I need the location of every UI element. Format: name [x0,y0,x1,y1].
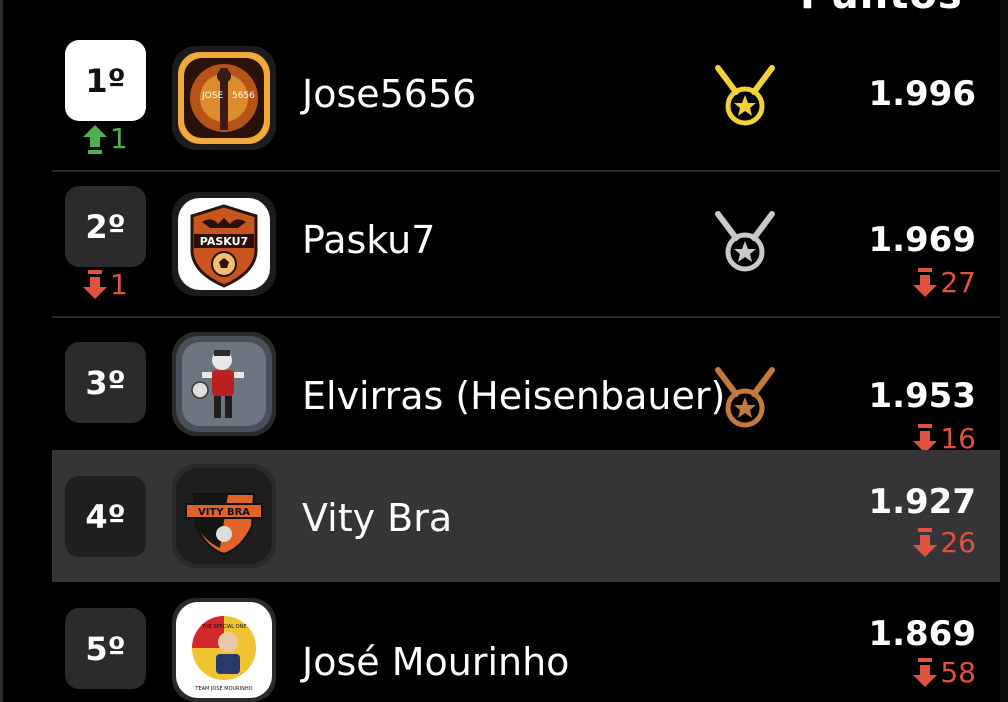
position-badge: 3º [65,342,146,423]
position-change-down: 1 [82,268,128,301]
team-crest-flame-icon: JOSE 5656 [178,52,270,144]
position-badge: 1º [65,40,146,121]
points-change-value: 58 [940,656,976,689]
points-change-value: 26 [940,526,976,559]
right-scroll-edge [1000,0,1008,702]
svg-text:VITY BRA: VITY BRA [198,507,250,518]
points-column-header: Puntos [800,0,963,18]
svg-text:PASKU7: PASKU7 [200,235,248,248]
points-total: 1.869 [868,614,976,654]
ranking-screen: Puntos 1º 1 JOSE 5656 Jose5656 [0,0,1008,702]
gold-medal-icon [715,65,775,126]
arrow-down-icon [913,267,938,297]
user-name: Vity Bra [302,496,453,540]
position-badge: 4º [65,476,146,557]
arrow-up-icon [83,124,107,154]
arrow-down-icon [83,269,107,299]
svg-text:5656: 5656 [232,91,255,101]
position-change-value: 1 [110,122,128,155]
points-total: 1.953 [868,376,976,416]
points-change-value: 27 [940,266,976,299]
svg-text:THE SPECIAL ONE: THE SPECIAL ONE [201,624,247,630]
svg-text:JOSE: JOSE [201,91,223,101]
position-badge: 5º [65,608,146,689]
avatar[interactable]: JOSE 5656 [172,46,276,150]
team-crest-mourinho-icon: THE SPECIAL ONE TEAM JOSÉ MOURINHO [176,602,272,698]
ranking-row[interactable]: 5º THE SPECIAL ONE TEAM JOSÉ MOURINHO Jo… [52,598,1008,702]
points-change-down: 26 [912,526,976,559]
ranking-row[interactable]: 2º 1 PASKU7 Pasku7 1.969 27 [52,186,1008,318]
user-name: Jose5656 [302,72,477,116]
user-name: Elvirras (Heisenbauer) [302,374,726,418]
row-divider [52,316,1008,318]
position-badge: 2º [65,186,146,267]
silver-medal-icon [715,211,775,272]
points-total: 1.969 [868,220,976,260]
points-total: 1.927 [868,482,976,522]
points-change-down: 27 [912,266,976,299]
user-name: Pasku7 [302,218,436,262]
points-total: 1.996 [868,74,976,114]
position-change-value: 1 [110,268,128,301]
avatar[interactable]: VITY BRA [172,464,276,568]
position-change-up: 1 [82,122,128,155]
arrow-down-icon [913,657,938,687]
team-crest-skeleton-player-icon [176,336,272,432]
team-crest-vity-bra-icon: VITY BRA [176,468,272,564]
user-name: José Mourinho [302,640,570,684]
bronze-medal-icon [715,367,775,428]
arrow-down-icon [913,527,938,557]
svg-text:TEAM JOSÉ MOURINHO: TEAM JOSÉ MOURINHO [194,684,252,692]
points-change-down: 58 [912,656,976,689]
ranking-row[interactable]: 1º 1 JOSE 5656 Jose5656 1.996 [52,40,1008,172]
avatar[interactable]: PASKU7 [172,192,276,296]
avatar[interactable] [172,332,276,436]
avatar[interactable]: THE SPECIAL ONE TEAM JOSÉ MOURINHO [172,598,276,702]
left-border [0,0,3,702]
ranking-row-current-user[interactable]: 4º VITY BRA Vity Bra 1.927 26 [52,450,1008,582]
row-divider [52,170,1008,172]
team-crest-pasku7-icon: PASKU7 [178,198,270,290]
